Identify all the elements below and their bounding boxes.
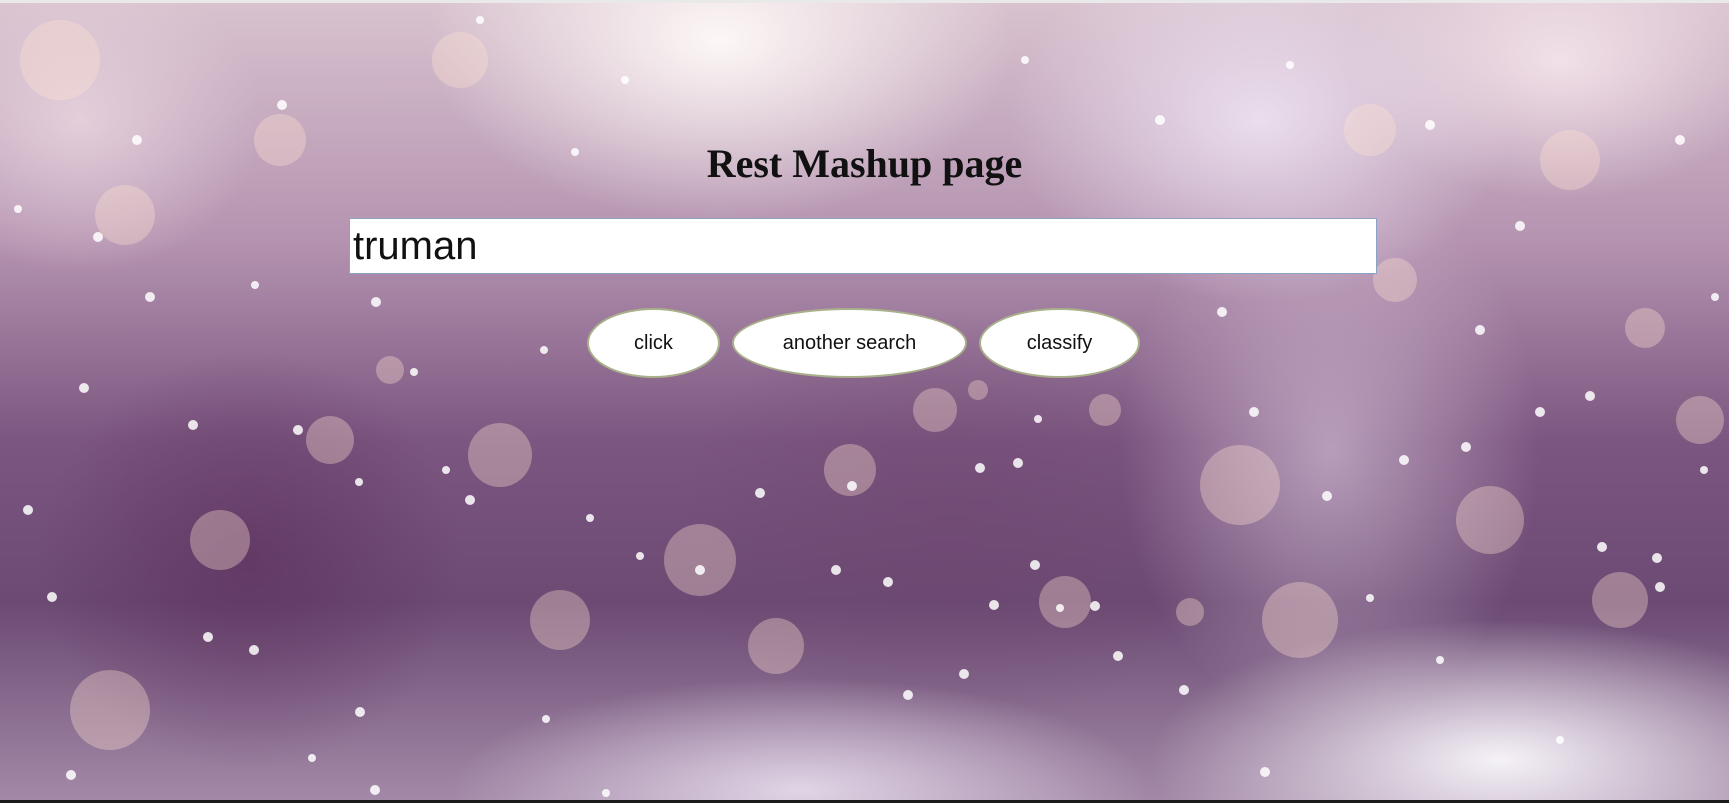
another-search-button[interactable]: another search: [732, 308, 967, 378]
classify-button[interactable]: classify: [979, 308, 1140, 378]
search-input[interactable]: [349, 218, 1377, 274]
page-title: Rest Mashup page: [706, 141, 1023, 186]
bokeh-snow-overlay: [14, 16, 1724, 797]
top-border: [0, 0, 1729, 3]
click-button[interactable]: click: [587, 308, 720, 378]
